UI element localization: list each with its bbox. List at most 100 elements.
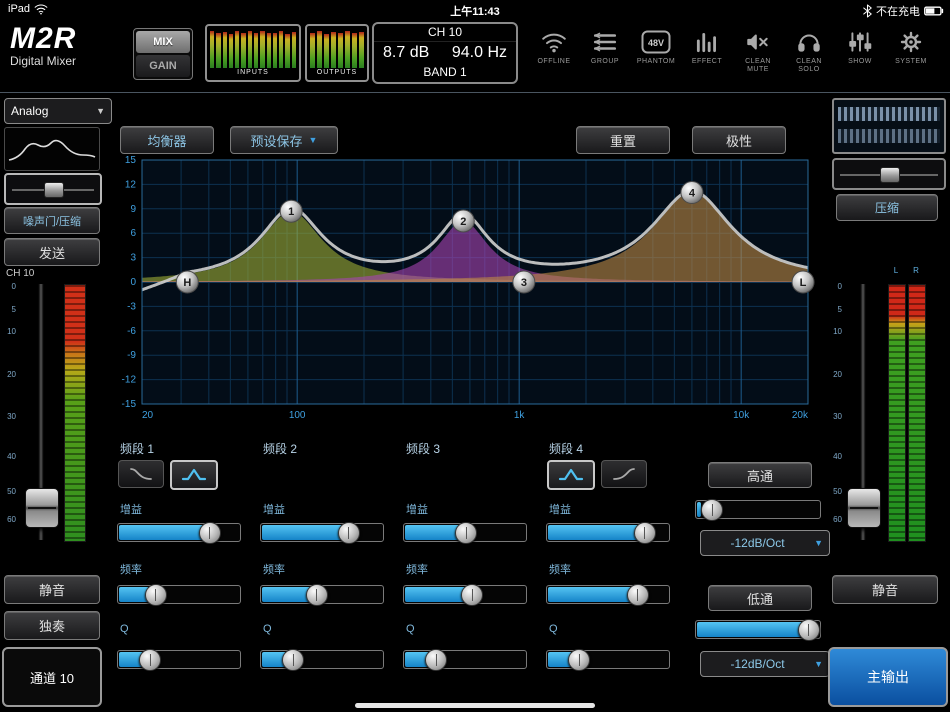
slider-knob[interactable] — [305, 584, 328, 606]
clean-mute-button[interactable]: CLEAN MUTE — [736, 26, 780, 74]
slider-knob[interactable] — [455, 522, 477, 544]
main-out-label: 主输出 — [867, 669, 909, 685]
slider-knob[interactable] — [797, 619, 820, 641]
highpass-button[interactable]: 高通 — [708, 462, 812, 488]
gain-button[interactable]: GAIN — [136, 55, 190, 77]
eq-graph[interactable]: 15 12 9 6 3 0 -3 -6 -9 -12 -15 20 100 1k 10k 20k 1 2 3 4 H L — [108, 154, 818, 426]
preset-save-dropdown[interactable]: 预设保存 ▼ — [230, 126, 338, 154]
system-button[interactable]: SYSTEM — [889, 26, 933, 74]
slider-knob[interactable] — [633, 522, 656, 544]
thumb-meter-row — [838, 129, 940, 143]
channel-level-mini-fader[interactable] — [4, 173, 102, 205]
highpass-slope-value: -12dB/Oct — [730, 536, 785, 550]
effect-button[interactable]: EFFECT — [685, 26, 729, 74]
band2-q-slider[interactable] — [260, 649, 384, 671]
svg-text:12: 12 — [125, 179, 137, 190]
channel-select-button[interactable]: 通道 10 — [2, 647, 102, 707]
slider-knob[interactable] — [139, 649, 162, 671]
channel-display: CH 10 8.7 dB 94.0 Hz BAND 1 — [372, 22, 518, 84]
high-shelf-icon[interactable] — [601, 460, 647, 488]
channel-solo-button[interactable]: 独奏 — [4, 611, 100, 640]
master-mute-button[interactable]: 静音 — [832, 575, 938, 604]
svg-text:20k: 20k — [792, 410, 809, 421]
slider-knob[interactable] — [198, 522, 221, 544]
scale-label: 0 — [837, 282, 842, 291]
slider-knob[interactable] — [626, 584, 649, 606]
scale-label: 20 — [7, 369, 16, 379]
master-fader-knob[interactable] — [847, 487, 881, 528]
eq-curve-thumbnail[interactable] — [4, 127, 100, 171]
mix-button[interactable]: MIX — [136, 31, 190, 53]
master-level-mini-fader[interactable] — [832, 158, 946, 190]
headphones-icon — [798, 34, 820, 52]
master-meter-r — [908, 284, 926, 542]
band4-gain-slider[interactable] — [546, 522, 670, 544]
compressor-button[interactable]: 压缩 — [836, 194, 938, 221]
band4-q-slider[interactable] — [546, 649, 670, 671]
inputs-meter-panel[interactable]: INPUTS — [205, 24, 301, 82]
band3-q-slider[interactable] — [403, 649, 527, 671]
svg-text:-6: -6 — [127, 326, 136, 337]
slider-knob[interactable] — [701, 499, 724, 521]
show-button[interactable]: SHOW — [838, 26, 882, 74]
inputs-label: INPUTS — [237, 69, 269, 76]
slider-knob[interactable] — [282, 649, 305, 671]
phantom-button[interactable]: 48V PHANTOM — [634, 26, 678, 74]
lowpass-freq-slider[interactable] — [695, 619, 821, 641]
clean-mute-label: CLEAN MUTE — [745, 58, 771, 73]
slider-knob[interactable] — [461, 584, 484, 606]
slider-knob[interactable] — [425, 649, 448, 671]
left-fader[interactable] — [25, 284, 59, 540]
bluetooth-icon — [863, 4, 872, 18]
eq-handle-band-4-label: 4 — [689, 188, 696, 200]
highpass-freq-slider[interactable] — [695, 499, 821, 521]
reset-button[interactable]: 重置 — [576, 126, 670, 154]
lowpass-slope-select[interactable]: -12dB/Oct ▼ — [700, 651, 830, 677]
band2-freq-slider[interactable] — [260, 584, 384, 606]
equalizer-tab[interactable]: 均衡器 — [120, 126, 214, 154]
home-indicator[interactable] — [355, 703, 595, 708]
send-button[interactable]: 发送 — [4, 238, 100, 266]
slider-knob[interactable] — [144, 584, 167, 606]
scale-label: 50 — [7, 487, 16, 496]
scale-label: 50 — [833, 487, 842, 496]
led-bar — [338, 32, 343, 68]
effect-label: EFFECT — [691, 58, 723, 65]
mini-fader-knob[interactable] — [880, 167, 900, 183]
band2-gain-slider[interactable] — [260, 522, 384, 544]
slider-knob[interactable] — [568, 649, 591, 671]
mini-fader-knob[interactable] — [44, 182, 64, 198]
band3-freq-slider[interactable] — [403, 584, 527, 606]
bell-icon[interactable] — [547, 460, 595, 490]
band1-freq-slider[interactable] — [117, 584, 241, 606]
source-select[interactable]: Analog ▼ — [4, 98, 112, 124]
band1-q-slider[interactable] — [117, 649, 241, 671]
clean-solo-button[interactable]: CLEAN SOLO — [787, 26, 831, 74]
master-mute-label: 静音 — [871, 583, 898, 598]
svg-text:6: 6 — [130, 228, 136, 239]
master-fader[interactable] — [847, 284, 881, 540]
svg-text:0: 0 — [130, 277, 136, 288]
band3-gain-slider[interactable] — [403, 522, 527, 544]
band4-title: 频段 4 — [549, 442, 584, 456]
outputs-meter-panel[interactable]: OUTPUTS — [305, 24, 369, 82]
eq-graph-svg[interactable]: 15129630-3-6-9-12-1520 100 1k 10k 20k1234H L — [108, 154, 818, 426]
lowpass-button[interactable]: 低通 — [708, 585, 812, 611]
clock: 上午11:43 — [450, 6, 500, 18]
band4-freq-slider[interactable] — [546, 584, 670, 606]
master-meter-thumbnail[interactable] — [832, 98, 946, 154]
slider-knob[interactable] — [337, 522, 360, 544]
low-shelf-icon[interactable] — [118, 460, 164, 488]
gate-comp-button[interactable]: 噪声门/压缩 — [4, 207, 100, 234]
channel-mute-button[interactable]: 静音 — [4, 575, 100, 604]
band1-gain-slider[interactable] — [117, 522, 241, 544]
main-out-button[interactable]: 主输出 — [828, 647, 948, 707]
48v-icon: 48V — [641, 30, 671, 54]
group-button[interactable]: GROUP — [583, 26, 627, 74]
offline-button[interactable]: OFFLINE — [532, 26, 576, 74]
polarity-button[interactable]: 极性 — [692, 126, 786, 154]
left-fader-knob[interactable] — [25, 487, 59, 528]
bell-icon[interactable] — [170, 460, 218, 490]
source-select-value: Analog — [11, 104, 49, 118]
highpass-slope-select[interactable]: -12dB/Oct ▼ — [700, 530, 830, 556]
